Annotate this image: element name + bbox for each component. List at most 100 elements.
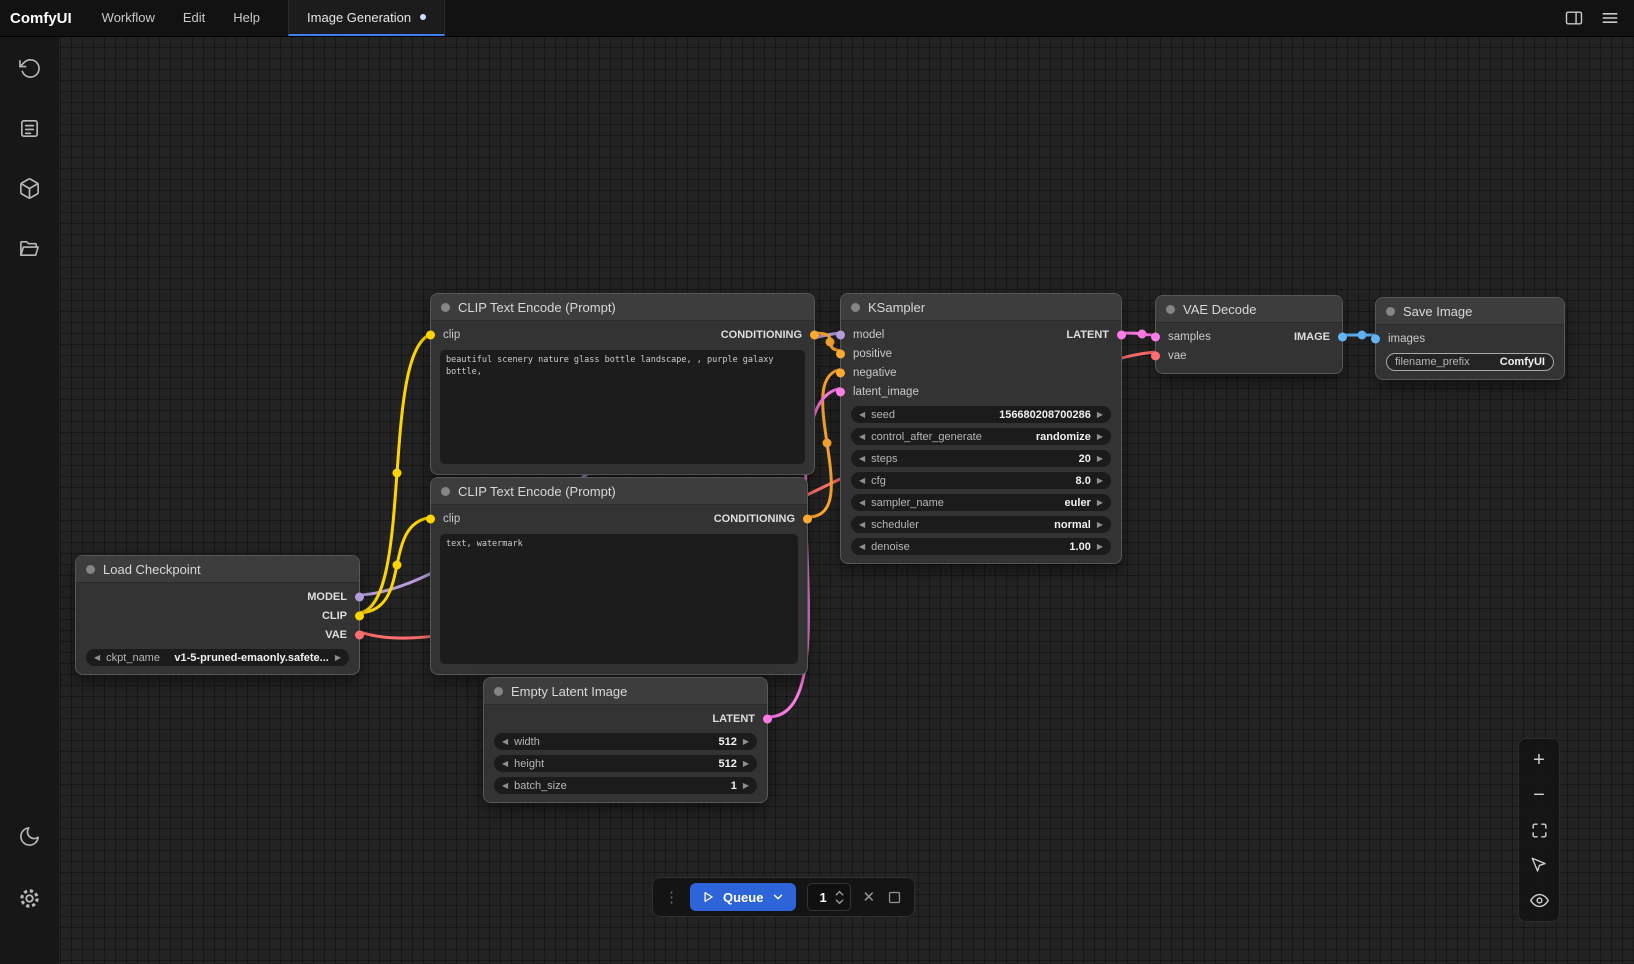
widget-seed[interactable]: ◀ seed 156680208700286 ▶ [851, 406, 1111, 423]
input-clip[interactable]: clip [443, 513, 460, 525]
next-arrow-icon[interactable]: ▶ [1097, 433, 1103, 441]
input-positive[interactable]: positive [853, 348, 892, 360]
node-canvas[interactable]: Load Checkpoint MODEL CLIP V [60, 36, 1634, 964]
stepper-up-icon[interactable] [834, 889, 845, 897]
wire-midpoint-dot[interactable] [1138, 330, 1147, 339]
input-images[interactable]: images [1388, 333, 1425, 345]
sidebar-item-model-library[interactable] [12, 170, 48, 206]
drag-handle[interactable]: ⋮ [664, 890, 679, 905]
input-latent-image[interactable]: latent_image [853, 386, 919, 398]
node-header[interactable]: KSampler [841, 294, 1121, 321]
port-vae-output[interactable] [355, 630, 364, 639]
node-empty-latent-image[interactable]: Empty Latent Image LATENT ◀ width 512 ▶ … [483, 677, 768, 803]
zoom-in-button[interactable]: + [1526, 747, 1552, 773]
input-vae[interactable]: vae [1168, 350, 1187, 362]
port-positive-input[interactable] [836, 349, 845, 358]
collapse-dot[interactable] [494, 687, 503, 696]
sidebar-item-node-library[interactable] [12, 110, 48, 146]
widget-steps[interactable]: ◀ steps 20 ▶ [851, 450, 1111, 467]
next-arrow-icon[interactable]: ▶ [335, 654, 341, 662]
menu-workflow[interactable]: Workflow [88, 0, 169, 36]
hamburger-menu-button[interactable] [1600, 8, 1620, 28]
collapse-dot[interactable] [441, 487, 450, 496]
wire-midpoint-dot[interactable] [393, 561, 402, 570]
port-conditioning-output[interactable] [810, 330, 819, 339]
prev-arrow-icon[interactable]: ◀ [859, 411, 865, 419]
node-ksampler[interactable]: KSampler model LATENT positive [840, 293, 1122, 564]
prev-arrow-icon[interactable]: ◀ [859, 521, 865, 529]
prev-arrow-icon[interactable]: ◀ [502, 782, 508, 790]
app-logo[interactable]: ComfyUI [0, 10, 88, 27]
prev-arrow-icon[interactable]: ◀ [859, 477, 865, 485]
widget-filename-prefix[interactable]: filename_prefix ComfyUI [1386, 353, 1554, 371]
collapse-dot[interactable] [851, 303, 860, 312]
queue-button[interactable]: Queue [690, 883, 796, 911]
batch-count-input[interactable]: 1 [807, 883, 851, 911]
widget-denoise[interactable]: ◀ denoise 1.00 ▶ [851, 538, 1111, 555]
input-clip[interactable]: clip [443, 329, 460, 341]
port-clip-output[interactable] [355, 611, 364, 620]
node-header[interactable]: Save Image [1376, 298, 1564, 325]
zoom-out-button[interactable]: − [1526, 782, 1552, 808]
tab-image-generation[interactable]: Image Generation [288, 0, 445, 36]
prev-arrow-icon[interactable]: ◀ [502, 738, 508, 746]
widget-width[interactable]: ◀ width 512 ▶ [494, 733, 757, 750]
output-conditioning[interactable]: CONDITIONING [714, 513, 795, 525]
theme-toggle-button[interactable] [12, 818, 48, 854]
wire-midpoint-dot[interactable] [1358, 331, 1367, 340]
port-vae-input[interactable] [1151, 351, 1160, 360]
widget-sampler-name[interactable]: ◀ sampler_name euler ▶ [851, 494, 1111, 511]
node-load-checkpoint[interactable]: Load Checkpoint MODEL CLIP V [75, 555, 360, 675]
input-model[interactable]: model [853, 329, 884, 341]
prompt-textarea[interactable]: beautiful scenery nature glass bottle la… [440, 350, 805, 464]
output-latent[interactable]: LATENT [1066, 329, 1109, 341]
output-clip[interactable]: CLIP [322, 610, 347, 622]
collapse-dot[interactable] [1166, 305, 1175, 314]
next-arrow-icon[interactable]: ▶ [1097, 543, 1103, 551]
widget-cfg[interactable]: ◀ cfg 8.0 ▶ [851, 472, 1111, 489]
output-vae[interactable]: VAE [325, 629, 347, 641]
next-arrow-icon[interactable]: ▶ [1097, 477, 1103, 485]
port-latent-image-input[interactable] [836, 387, 845, 396]
prompt-textarea[interactable]: text, watermark [440, 534, 798, 664]
prev-arrow-icon[interactable]: ◀ [94, 654, 100, 662]
output-conditioning[interactable]: CONDITIONING [721, 329, 802, 341]
output-latent[interactable]: LATENT [712, 713, 755, 725]
node-clip-text-encode-negative[interactable]: CLIP Text Encode (Prompt) clip CONDITION… [430, 477, 808, 675]
toggle-visibility-button[interactable] [1526, 887, 1552, 913]
toggle-panel-button[interactable] [1564, 8, 1584, 28]
chevron-down-icon[interactable] [771, 890, 785, 904]
node-header[interactable]: VAE Decode [1156, 296, 1342, 323]
next-arrow-icon[interactable]: ▶ [1097, 521, 1103, 529]
fit-view-button[interactable] [1526, 817, 1552, 843]
wire-midpoint-dot[interactable] [823, 439, 832, 448]
node-vae-decode[interactable]: VAE Decode samples IMAGE vae [1155, 295, 1343, 374]
output-image[interactable]: IMAGE [1294, 331, 1330, 343]
settings-button[interactable] [12, 880, 48, 916]
port-model-output[interactable] [355, 592, 364, 601]
port-image-output[interactable] [1338, 332, 1347, 341]
node-header[interactable]: Load Checkpoint [76, 556, 359, 583]
widget-height[interactable]: ◀ height 512 ▶ [494, 755, 757, 772]
stepper-down-icon[interactable] [834, 898, 845, 906]
clear-queue-button[interactable]: ✕ [862, 888, 875, 906]
node-clip-text-encode-positive[interactable]: CLIP Text Encode (Prompt) clip CONDITION… [430, 293, 815, 475]
sidebar-item-queue-history[interactable] [12, 50, 48, 86]
wire-midpoint-dot[interactable] [393, 469, 402, 478]
output-model[interactable]: MODEL [307, 591, 347, 603]
menu-edit[interactable]: Edit [169, 0, 219, 36]
prev-arrow-icon[interactable]: ◀ [859, 455, 865, 463]
collapse-dot[interactable] [86, 565, 95, 574]
input-negative[interactable]: negative [853, 367, 896, 379]
next-arrow-icon[interactable]: ▶ [743, 782, 749, 790]
next-arrow-icon[interactable]: ▶ [1097, 455, 1103, 463]
node-save-image[interactable]: Save Image images filename_prefix ComfyU… [1375, 297, 1565, 380]
sidebar-item-workflows[interactable] [12, 230, 48, 266]
next-arrow-icon[interactable]: ▶ [1097, 411, 1103, 419]
port-images-input[interactable] [1371, 334, 1380, 343]
port-model-input[interactable] [836, 330, 845, 339]
port-negative-input[interactable] [836, 368, 845, 377]
input-samples[interactable]: samples [1168, 331, 1211, 343]
port-latent-output[interactable] [763, 714, 772, 723]
wire-midpoint-dot[interactable] [826, 338, 835, 347]
